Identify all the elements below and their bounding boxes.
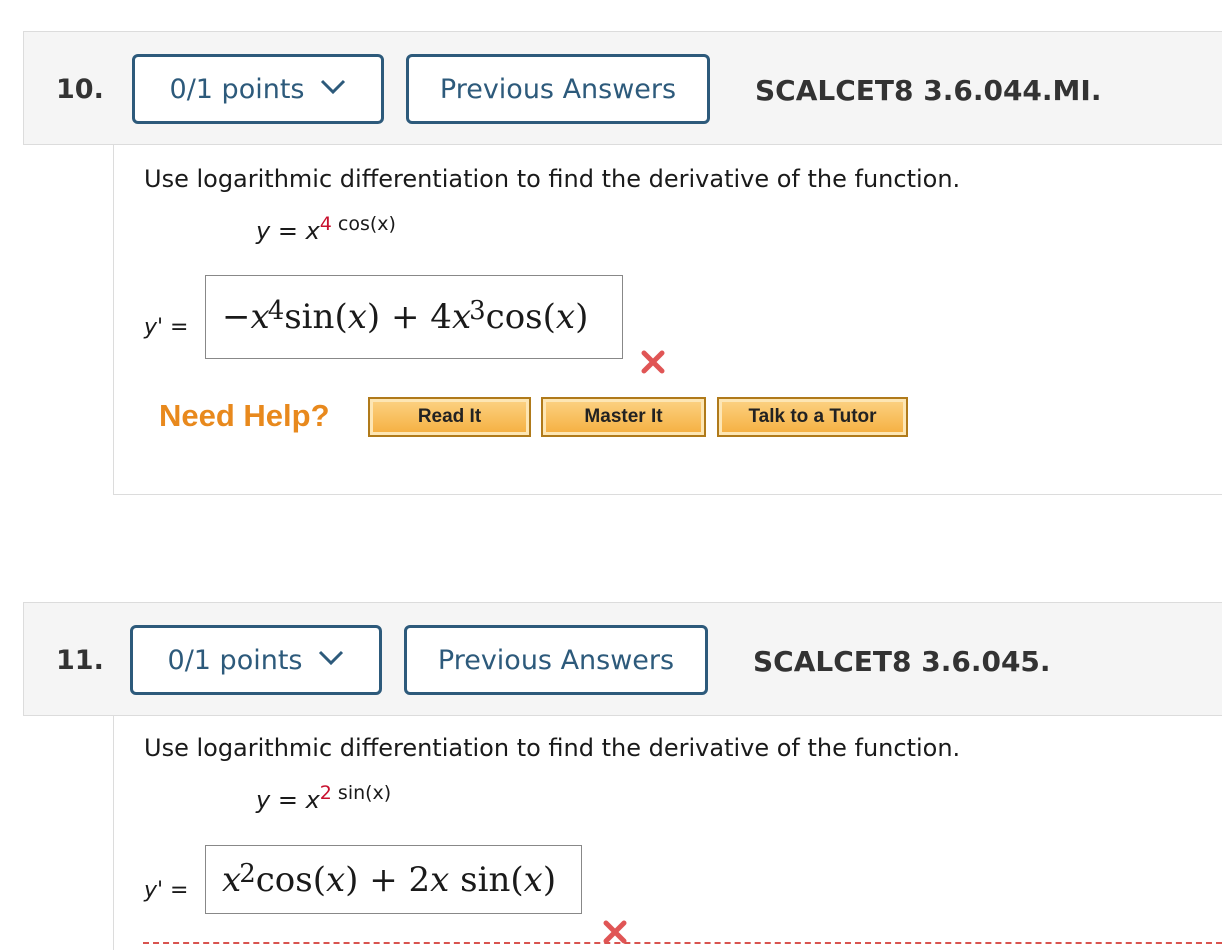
question-number: 11. bbox=[56, 645, 104, 676]
answer-term: ( bbox=[542, 297, 556, 337]
incorrect-feedback-border bbox=[143, 942, 1222, 944]
talk-to-tutor-button[interactable]: Talk to a Tutor bbox=[717, 397, 908, 437]
question-body-10: Use logarithmic differentiation to find … bbox=[113, 145, 1222, 495]
answer-term: ( bbox=[510, 859, 524, 900]
assignment-id: SCALCET8 3.6.044.MI. bbox=[755, 74, 1102, 107]
question-body-11: Use logarithmic differentiation to find … bbox=[113, 716, 1222, 950]
question-header-10: 10. 0/1 points Previous Answers SCALCET8… bbox=[23, 31, 1222, 145]
answer-exponent: 3 bbox=[469, 296, 486, 326]
question-header-11: 11. 0/1 points Previous Answers SCALCET8… bbox=[23, 602, 1222, 716]
answer-term: x bbox=[430, 859, 450, 900]
points-dropdown-button[interactable]: 0/1 points bbox=[132, 54, 384, 124]
answer-term: cos bbox=[255, 859, 313, 900]
answer-term: ) bbox=[575, 297, 589, 337]
previous-answers-button[interactable]: Previous Answers bbox=[406, 54, 710, 124]
master-it-button[interactable]: Master It bbox=[541, 397, 706, 437]
answer-term: x bbox=[325, 859, 346, 900]
answer-term: ( bbox=[334, 297, 348, 337]
answer-label: y' = bbox=[144, 315, 189, 340]
answer-term: + 2 bbox=[358, 859, 431, 900]
answer-term: x bbox=[555, 297, 576, 337]
answer-term: sin bbox=[284, 297, 335, 337]
question-prompt: Use logarithmic differentiation to find … bbox=[144, 165, 961, 193]
previous-answers-button[interactable]: Previous Answers bbox=[404, 625, 708, 695]
answer-term: ( bbox=[312, 859, 326, 900]
points-label: 0/1 points bbox=[167, 644, 303, 676]
assignment-id: SCALCET8 3.6.045. bbox=[753, 645, 1051, 678]
need-help-label: Need Help? bbox=[159, 398, 330, 433]
answer-exponent: 4 bbox=[267, 296, 285, 326]
function-exponent-highlight: 2 bbox=[319, 782, 332, 804]
answer-term: sin bbox=[449, 859, 511, 900]
answer-field[interactable]: − x 4 sin(x) + 4 x 3 cos(x) bbox=[205, 275, 623, 359]
answer-term: ) bbox=[366, 297, 381, 337]
function-exponent: sin(x) bbox=[331, 782, 392, 804]
function-eq: = bbox=[270, 786, 306, 814]
function-expression: y = x2 sin(x) bbox=[256, 782, 391, 814]
answer-term: ) bbox=[542, 859, 557, 900]
answer-term: x bbox=[523, 859, 543, 900]
answer-term: + 4 bbox=[380, 297, 452, 337]
points-dropdown-button[interactable]: 0/1 points bbox=[130, 625, 382, 695]
points-label: 0/1 points bbox=[169, 73, 305, 105]
read-it-button[interactable]: Read It bbox=[368, 397, 531, 437]
question-prompt: Use logarithmic differentiation to find … bbox=[144, 734, 961, 762]
question-number: 10. bbox=[56, 74, 104, 105]
function-base: x bbox=[305, 786, 320, 814]
answer-label: y' = bbox=[144, 878, 189, 903]
answer-term: x bbox=[347, 297, 367, 337]
function-expression: y = x4 cos(x) bbox=[256, 213, 396, 245]
function-exponent-highlight: 4 bbox=[319, 213, 332, 235]
function-eq: = bbox=[270, 217, 306, 245]
function-exponent: cos(x) bbox=[331, 213, 396, 235]
function-base: x bbox=[305, 217, 320, 245]
answer-term: cos bbox=[485, 297, 543, 337]
answer-field[interactable]: x 2 cos(x) + 2x sin(x) bbox=[205, 845, 582, 914]
chevron-down-icon bbox=[320, 71, 346, 102]
answer-term: − bbox=[222, 297, 251, 337]
function-lhs: y bbox=[256, 786, 271, 814]
function-lhs: y bbox=[256, 217, 271, 245]
answer-exponent: 2 bbox=[239, 858, 256, 889]
answer-term: ) bbox=[345, 859, 359, 900]
incorrect-x-icon bbox=[641, 350, 665, 374]
chevron-down-icon bbox=[318, 642, 344, 673]
